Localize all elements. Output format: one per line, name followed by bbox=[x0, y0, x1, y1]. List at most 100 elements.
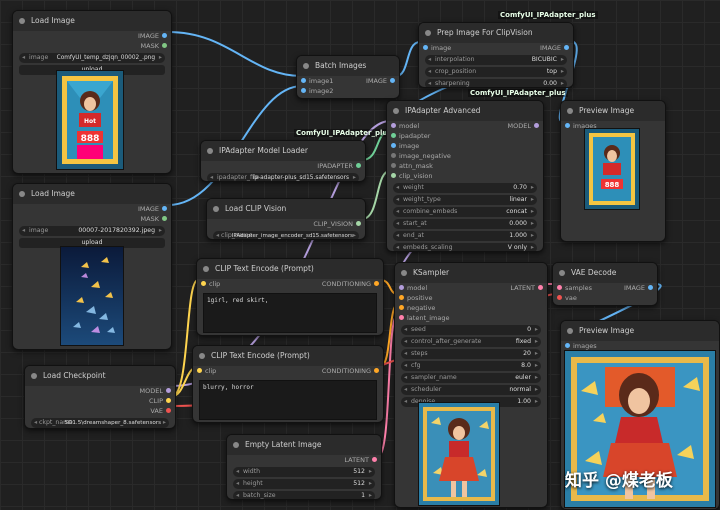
node-collapse-icon[interactable] bbox=[203, 266, 209, 272]
prompt-textarea[interactable]: blurry, horror bbox=[199, 380, 377, 420]
input-positive[interactable]: positive bbox=[395, 293, 547, 303]
arrow-left-icon: ◂ bbox=[396, 220, 400, 227]
node-collapse-icon[interactable] bbox=[207, 148, 213, 154]
node-collapse-icon[interactable] bbox=[567, 108, 573, 114]
output-ipadapter[interactable]: IPADAPTER bbox=[201, 161, 365, 171]
interpolation-select[interactable]: ◂ interpolation BICUBIC ▸ bbox=[425, 55, 567, 65]
arrow-left-icon: ◂ bbox=[404, 362, 408, 369]
node-title: IPAdapter Advanced bbox=[405, 106, 481, 115]
crop-position-select[interactable]: ◂ crop_position top ▸ bbox=[425, 67, 567, 77]
arrow-right-icon: ▸ bbox=[534, 326, 538, 333]
port-dot-icon bbox=[565, 123, 570, 128]
prompt-textarea[interactable]: 1girl, red skirt, bbox=[203, 293, 377, 333]
output-mask[interactable]: MASK bbox=[13, 41, 171, 51]
arrow-left-icon: ◂ bbox=[236, 492, 240, 499]
node-collapse-icon[interactable] bbox=[559, 270, 565, 276]
vae-decode-node[interactable]: VAE Decode samples vae IMAGE bbox=[552, 262, 658, 306]
arrow-left-icon: ◂ bbox=[216, 232, 220, 239]
output-image[interactable]: IMAGE bbox=[13, 31, 171, 41]
watermark-text: 知乎 @煤老板 bbox=[565, 471, 673, 491]
end-at-number[interactable]: ◂ end_at 1.000 ▸ bbox=[393, 231, 537, 241]
clip-text-encode-negative-node[interactable]: CLIP Text Encode (Prompt) clip CONDITION… bbox=[192, 345, 384, 423]
port-dot-icon bbox=[399, 305, 404, 310]
arrow-right-icon: ▸ bbox=[534, 338, 538, 345]
node-title: CLIP Text Encode (Prompt) bbox=[215, 264, 314, 273]
input-ipadapter[interactable]: ipadapter bbox=[387, 131, 543, 141]
input-vae[interactable]: vae bbox=[553, 293, 657, 303]
port-dot-icon bbox=[399, 315, 404, 320]
input-latent-image[interactable]: latent_image bbox=[395, 313, 547, 323]
input-image[interactable]: image bbox=[387, 141, 543, 151]
output-mask[interactable]: MASK bbox=[13, 214, 171, 224]
node-collapse-icon[interactable] bbox=[393, 108, 399, 114]
output-conditioning[interactable]: CONDITIONING bbox=[322, 279, 383, 289]
image-select[interactable]: ◂ image 00007-2017820392.jpeg ▸ bbox=[19, 226, 165, 236]
input-attn-mask[interactable]: attn_mask bbox=[387, 161, 543, 171]
output-model[interactable]: MODEL bbox=[25, 386, 175, 396]
node-collapse-icon[interactable] bbox=[19, 191, 25, 197]
ckpt-name-select[interactable]: ◂ ckpt_name SD1.5\dreamshaper_8.safetensor… bbox=[31, 418, 169, 428]
ipadapter-advanced-node[interactable]: IPAdapter Advanced model ipadapter image… bbox=[386, 100, 544, 252]
arrow-right-icon: ▸ bbox=[368, 468, 372, 475]
output-latent[interactable]: LATENT bbox=[510, 283, 547, 293]
output-image[interactable]: IMAGE bbox=[540, 43, 573, 53]
node-collapse-icon[interactable] bbox=[199, 353, 205, 359]
port-dot-icon bbox=[372, 457, 377, 462]
clip-text-encode-positive-node[interactable]: CLIP Text Encode (Prompt) clip CONDITION… bbox=[196, 258, 384, 336]
input-image2[interactable]: image2 bbox=[297, 86, 399, 96]
batch-images-node[interactable]: Batch Images image1 image2 IMAGE bbox=[296, 55, 400, 99]
clip-name-select[interactable]: ◂ clip_name IPAdapter_image_encoder_sd15.s… bbox=[213, 231, 359, 239]
embeds-scaling-select[interactable]: ◂ embeds_scaling V only ▸ bbox=[393, 243, 537, 251]
arrow-left-icon: ◂ bbox=[236, 480, 240, 487]
sampler-name-select[interactable]: ◂ sampler_name euler ▸ bbox=[401, 373, 541, 383]
arrow-left-icon: ◂ bbox=[396, 196, 400, 203]
load-checkpoint-node[interactable]: Load Checkpoint MODEL CLIP VAE ◂ ckpt_nam… bbox=[24, 365, 176, 429]
input-clip-vision[interactable]: clip_vision bbox=[387, 171, 543, 181]
port-dot-icon bbox=[557, 285, 562, 290]
combine-embeds-select[interactable]: ◂ combine_embeds concat ▸ bbox=[393, 207, 537, 217]
input-image-negative[interactable]: image_negative bbox=[387, 151, 543, 161]
weight-number[interactable]: ◂ weight 0.70 ▸ bbox=[393, 183, 537, 193]
weight-type-select[interactable]: ◂ weight_type linear ▸ bbox=[393, 195, 537, 205]
output-model[interactable]: MODEL bbox=[508, 121, 543, 131]
scheduler-select[interactable]: ◂ scheduler normal ▸ bbox=[401, 385, 541, 395]
control-after-generate-select[interactable]: ◂ control_after_generate fixed ▸ bbox=[401, 337, 541, 347]
input-negative[interactable]: negative bbox=[395, 303, 547, 313]
port-dot-icon bbox=[162, 33, 167, 38]
output-latent[interactable]: LATENT bbox=[227, 455, 381, 465]
height-number[interactable]: ◂ height 512 ▸ bbox=[233, 479, 375, 489]
start-at-number[interactable]: ◂ start_at 0.000 ▸ bbox=[393, 219, 537, 229]
arrow-right-icon: ▸ bbox=[530, 184, 534, 191]
output-image[interactable]: IMAGE bbox=[13, 204, 171, 214]
node-collapse-icon[interactable] bbox=[425, 30, 431, 36]
node-collapse-icon[interactable] bbox=[303, 63, 309, 69]
output-clip[interactable]: CLIP bbox=[25, 396, 175, 406]
load-clip-vision-node[interactable]: Load CLIP Vision CLIP_VISION ◂ clip_name I… bbox=[206, 198, 366, 240]
seed-number[interactable]: ◂ seed 0 ▸ bbox=[401, 325, 541, 335]
width-number[interactable]: ◂ width 512 ▸ bbox=[233, 467, 375, 477]
arrow-right-icon: ▸ bbox=[534, 362, 538, 369]
arrow-left-icon: ◂ bbox=[428, 68, 432, 75]
sharpening-number[interactable]: ◂ sharpening 0.00 ▸ bbox=[425, 79, 567, 87]
node-collapse-icon[interactable] bbox=[567, 328, 573, 334]
ipadapter-file-select[interactable]: ◂ ipadapter_file ip-adapter-plus_sd15.safe… bbox=[207, 173, 359, 181]
node-collapse-icon[interactable] bbox=[401, 270, 407, 276]
node-collapse-icon[interactable] bbox=[213, 206, 219, 212]
prep-image-clipvision-node[interactable]: Prep Image For ClipVision image IMAGE ◂ i… bbox=[418, 22, 574, 88]
port-dot-icon bbox=[166, 388, 171, 393]
output-vae[interactable]: VAE bbox=[25, 406, 175, 416]
steps-number[interactable]: ◂ steps 20 ▸ bbox=[401, 349, 541, 359]
cfg-number[interactable]: ◂ cfg 8.0 ▸ bbox=[401, 361, 541, 371]
output-conditioning[interactable]: CONDITIONING bbox=[322, 366, 383, 376]
arrow-right-icon: ▸ bbox=[158, 227, 162, 234]
output-clip-vision[interactable]: CLIP_VISION bbox=[207, 219, 365, 229]
batch-size-number[interactable]: ◂ batch_size 1 ▸ bbox=[233, 491, 375, 499]
node-collapse-icon[interactable] bbox=[19, 18, 25, 24]
node-collapse-icon[interactable] bbox=[31, 373, 37, 379]
image-select[interactable]: ◂ image ComfyUI_temp_dzjqn_00002_.png ▸ bbox=[19, 53, 165, 63]
output-image[interactable]: IMAGE bbox=[624, 283, 657, 293]
output-image[interactable]: IMAGE bbox=[366, 76, 399, 86]
empty-latent-image-node[interactable]: Empty Latent Image LATENT ◂ width 512 ▸ ◂ he… bbox=[226, 434, 382, 500]
node-collapse-icon[interactable] bbox=[233, 442, 239, 448]
ipadapter-model-loader-node[interactable]: IPAdapter Model Loader IPADAPTER ◂ ipadap… bbox=[200, 140, 366, 182]
